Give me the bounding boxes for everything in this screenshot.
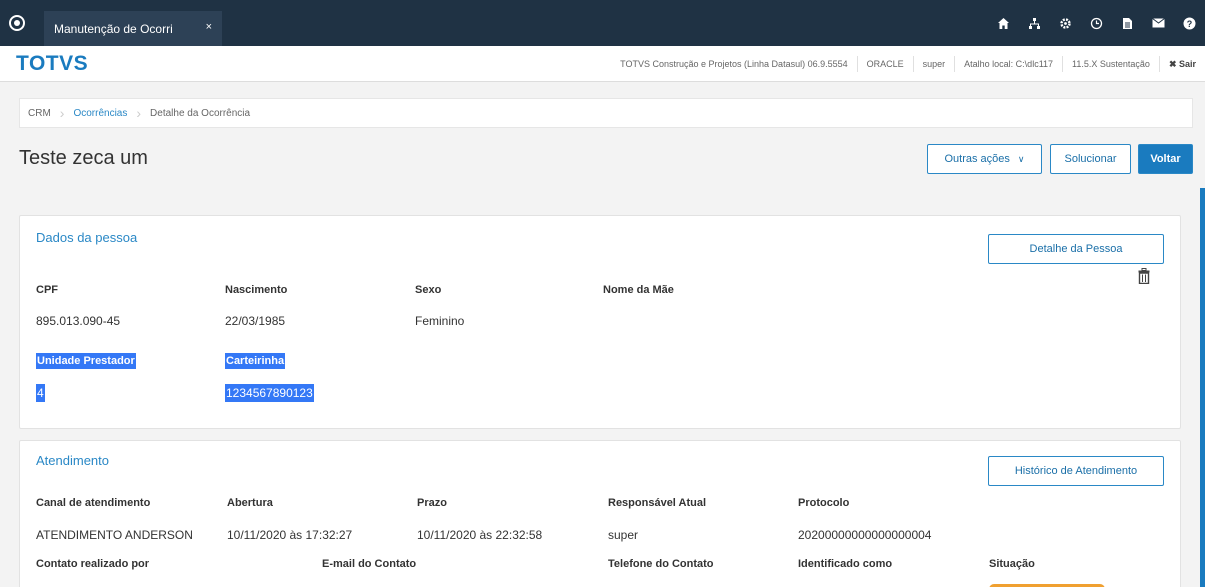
clock-icon[interactable] xyxy=(1081,0,1112,46)
tab-close-icon[interactable]: × xyxy=(206,21,212,33)
birth-value: 22/03/1985 xyxy=(225,314,286,328)
identified-as-label: Identificado como xyxy=(798,558,893,570)
mail-icon[interactable] xyxy=(1143,0,1174,46)
person-card: Dados da pessoa Detalhe da Pessoa CPF 89… xyxy=(19,215,1181,429)
home-icon[interactable] xyxy=(988,0,1019,46)
person-detail-label: Detalhe da Pessoa xyxy=(1029,243,1123,255)
back-button[interactable]: Voltar xyxy=(1138,144,1193,174)
exit-button[interactable]: ✖ Sair xyxy=(1158,56,1205,72)
provider-unit-value-text: 4 xyxy=(36,384,45,402)
service-card: Atendimento Histórico de Atendimento Can… xyxy=(19,440,1181,587)
channel-label: Canal de atendimento xyxy=(36,497,151,509)
provider-unit-value: 4 xyxy=(36,384,45,402)
breadcrumb-item-ocorrencias[interactable]: Ocorrências xyxy=(73,108,127,119)
opening-label: Abertura xyxy=(227,497,273,509)
shortcut-info: Atalho local: C:\dlc117 xyxy=(954,56,1062,72)
card-number-label-text: Carteirinha xyxy=(225,353,286,369)
cpf-value: 895.013.090-45 xyxy=(36,314,121,328)
scrollbar[interactable] xyxy=(1200,188,1205,587)
person-section-title: Dados da pessoa xyxy=(36,230,138,245)
user-info: super xyxy=(912,56,955,72)
deadline-label: Prazo xyxy=(417,497,447,509)
app-header: TOTVS TOTVS Construção e Projetos (Linha… xyxy=(0,46,1205,82)
database-info: ORACLE xyxy=(856,56,913,72)
version-info: 11.5.X Sustentação xyxy=(1062,56,1159,72)
product-info: TOTVS Construção e Projetos (Linha Datas… xyxy=(620,59,848,69)
protocol-label: Protocolo xyxy=(798,497,850,509)
tab-label: Manutenção de Ocorri xyxy=(54,21,173,36)
document-icon[interactable] xyxy=(1112,0,1143,46)
status-label: Situação xyxy=(989,558,1035,570)
brand-logo: TOTVS xyxy=(16,52,89,75)
provider-unit-label: Unidade Prestador xyxy=(36,353,136,369)
card-number-label: Carteirinha xyxy=(225,353,286,369)
owner-value: super xyxy=(608,528,639,542)
breadcrumb-separator-icon: › xyxy=(59,105,65,121)
app-menu-icon[interactable] xyxy=(9,15,25,31)
tab-manutencao-ocorrencia[interactable]: Manutenção de Ocorri × xyxy=(44,11,222,46)
trash-icon[interactable] xyxy=(1138,268,1150,284)
sex-label: Sexo xyxy=(415,284,442,296)
contact-by-label: Contato realizado por xyxy=(36,558,150,570)
top-navigation-bar: Manutenção de Ocorri × ? xyxy=(0,0,1205,46)
service-history-label: Histórico de Atendimento xyxy=(1014,465,1138,477)
page-title: Teste zeca um xyxy=(19,147,148,169)
sitemap-icon[interactable] xyxy=(1019,0,1050,46)
other-actions-button[interactable]: Outras ações ∨ xyxy=(927,144,1042,174)
mother-name-label: Nome da Mãe xyxy=(603,284,674,296)
birth-label: Nascimento xyxy=(225,284,288,296)
channel-value: ATENDIMENTO ANDERSON xyxy=(36,528,193,542)
sex-value: Feminino xyxy=(415,314,465,328)
person-detail-button[interactable]: Detalhe da Pessoa xyxy=(988,234,1164,264)
solve-label: Solucionar xyxy=(1064,153,1117,165)
owner-label: Responsável Atual xyxy=(608,497,707,509)
service-history-button[interactable]: Histórico de Atendimento xyxy=(988,456,1164,486)
card-number-value: 1234567890123 xyxy=(225,384,314,402)
deadline-value: 10/11/2020 às 22:32:58 xyxy=(417,528,543,542)
protocol-value: 20200000000000000004 xyxy=(798,528,932,542)
provider-unit-label-text: Unidade Prestador xyxy=(36,353,136,369)
breadcrumb-item-detalhe: Detalhe da Ocorrência xyxy=(150,107,251,119)
other-actions-label: Outras ações xyxy=(944,153,1010,165)
chevron-down-icon: ∨ xyxy=(1017,153,1025,164)
contact-email-label: E-mail do Contato xyxy=(322,558,417,570)
solve-button[interactable]: Solucionar xyxy=(1050,144,1131,174)
svg-text:?: ? xyxy=(1187,19,1193,29)
breadcrumb: CRM › Ocorrências › Detalhe da Ocorrênci… xyxy=(19,98,1193,128)
service-section-title: Atendimento xyxy=(36,453,109,468)
help-icon[interactable]: ? xyxy=(1174,0,1205,46)
contact-phone-label: Telefone do Contato xyxy=(608,558,714,570)
cpf-label: CPF xyxy=(36,284,58,296)
breadcrumb-separator-icon: › xyxy=(136,105,142,121)
breadcrumb-item-crm[interactable]: CRM xyxy=(28,108,51,119)
gear-icon[interactable] xyxy=(1050,0,1081,46)
card-number-value-text: 1234567890123 xyxy=(225,384,314,402)
back-label: Voltar xyxy=(1150,153,1181,165)
opening-value: 10/11/2020 às 17:32:27 xyxy=(227,528,353,542)
